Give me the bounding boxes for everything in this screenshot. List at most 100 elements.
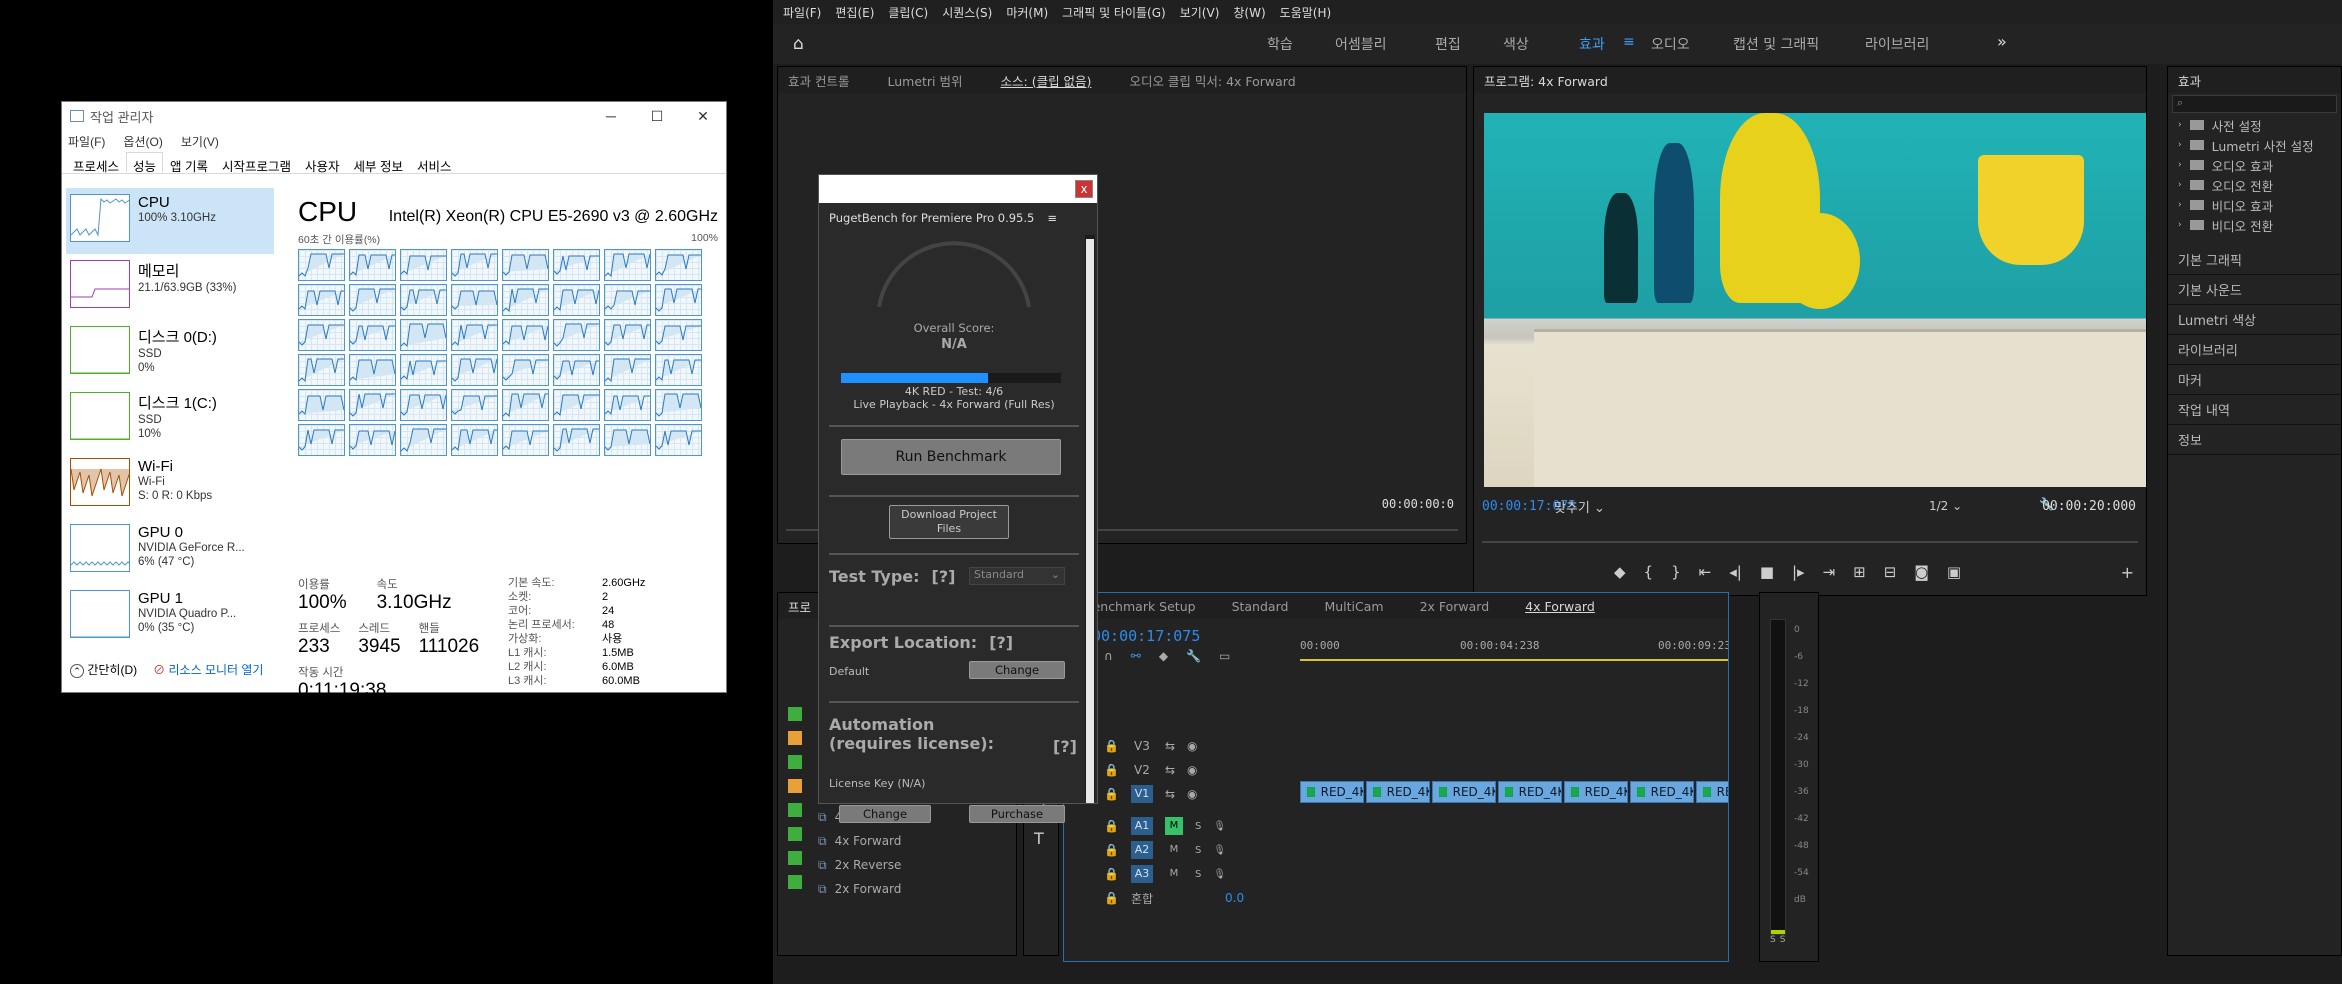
sidebar-item-2[interactable]: 디스크 0(D:) SSD 0% <box>66 320 274 386</box>
effects-folder[interactable]: › Lumetri 사전 설정 <box>2168 135 2341 155</box>
effects-search-input[interactable]: ⌕ <box>2172 95 2337 113</box>
compare-icon[interactable]: ▣ <box>1947 563 1961 581</box>
minimize-icon[interactable]: ─ <box>588 108 634 125</box>
tab-lumetri-scopes[interactable]: Lumetri 범위 <box>887 71 962 90</box>
workspace-assembly[interactable]: 어셈블리 <box>1335 34 1387 54</box>
timeline-clip[interactable]: RED_4K_5 <box>1300 781 1364 803</box>
project-item[interactable]: ⧉ 2x Forward <box>818 877 901 901</box>
eye-icon[interactable]: ◉ <box>1187 739 1197 753</box>
test-type-select[interactable]: Standard ⌄ <box>969 567 1065 585</box>
sequence-tab[interactable]: 2x Forward <box>1420 599 1490 614</box>
timeline-clip[interactable]: RED_4K_5 <box>1498 781 1562 803</box>
download-project-files-button[interactable]: Download Project Files <box>889 505 1009 539</box>
sequence-tab[interactable]: MultiCam <box>1324 599 1383 614</box>
sequence-tab[interactable]: Benchmark Setup <box>1084 599 1196 614</box>
color-label-swatch[interactable] <box>788 731 802 745</box>
solo-button[interactable]: S <box>1195 869 1201 880</box>
panel-section-tab[interactable]: 마커 <box>2168 365 2341 395</box>
export-change-button[interactable]: Change <box>969 661 1065 679</box>
voiceover-mic-icon[interactable]: 🎙 <box>1213 821 1226 832</box>
go-out-icon[interactable]: ⇥ <box>1823 563 1836 581</box>
track-target[interactable]: V1 <box>1130 785 1153 803</box>
track-target[interactable]: V2 <box>1131 763 1153 777</box>
mute-button[interactable]: M <box>1164 817 1183 835</box>
track-target[interactable]: A2 <box>1130 841 1153 859</box>
color-label-swatch[interactable] <box>788 803 802 817</box>
linked-selection-icon[interactable]: ⚯ <box>1131 649 1141 663</box>
sidebar-item-4[interactable]: Wi-Fi Wi-Fi S: 0 R: 0 Kbps <box>66 452 274 518</box>
solo-button[interactable]: S <box>1195 821 1201 832</box>
sidebar-item-6[interactable]: GPU 1 NVIDIA Quadro P... 0% (35 °C) <box>66 584 274 650</box>
eye-icon[interactable]: ◉ <box>1187 787 1197 801</box>
panel-section-tab[interactable]: 기본 그래픽 <box>2168 245 2341 275</box>
fewer-details-button[interactable]: ⌃ 간단히(D) <box>70 661 137 678</box>
voiceover-mic-icon[interactable]: 🎙 <box>1213 869 1226 880</box>
work-area-bar[interactable] <box>1300 659 1728 661</box>
timeline-clip[interactable]: RED_4K_5 <box>1564 781 1628 803</box>
step-back-icon[interactable]: ◂| <box>1729 563 1742 581</box>
mark-out-icon[interactable]: } <box>1671 563 1681 581</box>
go-in-icon[interactable]: ⇤ <box>1699 563 1712 581</box>
tab-audio-clip-mixer[interactable]: 오디오 클립 믹서: 4x Forward <box>1129 71 1295 90</box>
effects-folder[interactable]: › 오디오 효과 <box>2168 155 2341 175</box>
camera-icon[interactable]: ◙ <box>1914 563 1929 581</box>
tab-users[interactable]: 사용자 <box>298 152 347 174</box>
panel-section-tab[interactable]: 라이브러리 <box>2168 335 2341 365</box>
close-icon[interactable]: x <box>1075 180 1093 198</box>
tab-performance[interactable]: 성능 <box>126 152 164 174</box>
menu-edit[interactable]: 편집(E) <box>835 4 874 21</box>
sequence-tab[interactable]: 4x Forward <box>1525 599 1595 614</box>
menu-file[interactable]: 파일(F) <box>68 133 105 150</box>
export-help-icon[interactable]: [?] <box>989 633 1013 652</box>
panel-section-tab[interactable]: Lumetri 색상 <box>2168 305 2341 335</box>
sidebar-item-1[interactable]: 메모리 21.1/63.9GB (33%) <box>66 254 274 320</box>
color-label-swatch[interactable] <box>788 779 802 793</box>
lock-icon[interactable]: 🔒 <box>1104 739 1119 753</box>
open-resource-monitor-link[interactable]: ⊘ 리소스 모니터 열기 <box>153 661 263 678</box>
extract-icon[interactable]: ⊟ <box>1884 563 1897 581</box>
test-type-help-icon[interactable]: [?] <box>932 567 956 586</box>
sync-lock-icon[interactable]: ⇆ <box>1165 787 1175 801</box>
timeline-clip[interactable]: RED_4K_5 <box>1366 781 1430 803</box>
fit-dropdown[interactable]: 맞추기 ⌄ <box>1554 497 1605 516</box>
lift-icon[interactable]: ⊞ <box>1853 563 1866 581</box>
solo-button[interactable]: S <box>1195 845 1201 856</box>
mute-button[interactable]: M <box>1165 865 1183 883</box>
sidebar-item-0[interactable]: CPU 100% 3.10GHz <box>66 188 274 254</box>
timeline-settings-icon[interactable]: 🔧 <box>1186 649 1201 663</box>
effects-folder[interactable]: › 비디오 전환 <box>2168 215 2341 235</box>
stop-icon[interactable]: ■ <box>1760 563 1774 581</box>
panel-menu-icon[interactable]: ≡ <box>1047 211 1057 225</box>
automation-help-icon[interactable]: [?] <box>1053 737 1077 756</box>
color-label-swatch[interactable] <box>788 851 802 865</box>
add-marker-icon[interactable]: ◆ <box>1159 649 1168 663</box>
menu-view[interactable]: 보기(V) <box>181 133 219 150</box>
time-ruler[interactable]: 00:00000:00:04:23800:00:09:23700:00:14:2… <box>1300 639 1728 659</box>
close-icon[interactable]: ✕ <box>680 108 726 125</box>
workspace-editing[interactable]: 편집 <box>1435 34 1461 54</box>
sequence-tab[interactable]: Standard <box>1232 599 1289 614</box>
color-label-swatch[interactable] <box>788 707 802 721</box>
menu-view[interactable]: 보기(V) <box>1180 4 1220 21</box>
voiceover-mic-icon[interactable]: 🎙 <box>1213 845 1226 856</box>
sidebar-item-5[interactable]: GPU 0 NVIDIA GeForce R... 6% (47 °C) <box>66 518 274 584</box>
maximize-icon[interactable]: ☐ <box>634 108 680 125</box>
marker-icon[interactable]: ◆ <box>1614 563 1626 581</box>
mark-in-icon[interactable]: { <box>1644 563 1654 581</box>
workspace-menu-icon[interactable]: ≡ <box>1623 34 1635 50</box>
track-target[interactable]: V3 <box>1131 739 1153 753</box>
resolution-dropdown[interactable]: 1/2 ⌄ <box>1929 499 1962 513</box>
more-workspaces-icon[interactable]: » <box>1997 32 2007 51</box>
timeline-clip[interactable]: RED_4K_5 <box>1630 781 1694 803</box>
menu-file[interactable]: 파일(F) <box>783 4 821 21</box>
program-title[interactable]: 프로그램: 4x Forward <box>1484 71 1608 90</box>
timeline-clip[interactable]: RED_4K_5 <box>1696 781 1728 803</box>
panel-section-tab[interactable]: 정보 <box>2168 425 2341 455</box>
lock-icon[interactable]: 🔒 <box>1104 891 1119 905</box>
snap-icon[interactable]: ∩ <box>1104 649 1113 663</box>
lock-icon[interactable]: 🔒 <box>1104 843 1119 857</box>
run-benchmark-button[interactable]: Run Benchmark <box>841 439 1061 475</box>
panel-section-tab[interactable]: 작업 내역 <box>2168 395 2341 425</box>
color-label-swatch[interactable] <box>788 827 802 841</box>
tab-source[interactable]: 소스: (클립 없음) <box>1001 71 1092 90</box>
